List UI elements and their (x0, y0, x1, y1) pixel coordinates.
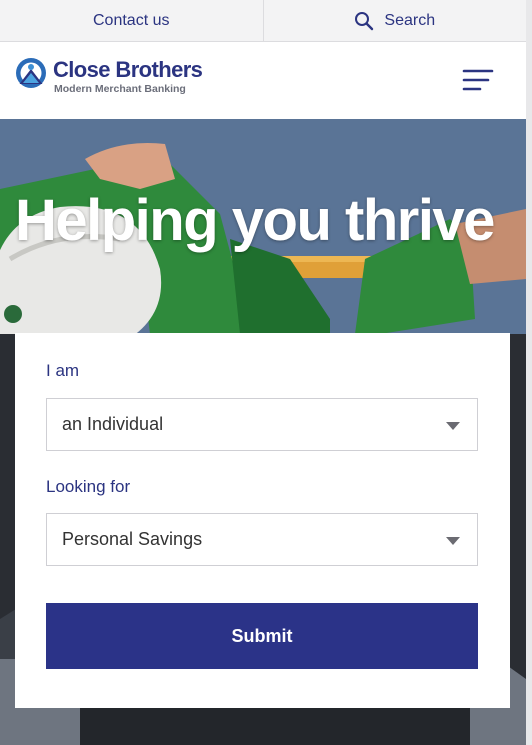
contact-us-label: Contact us (93, 11, 170, 29)
scrollbar[interactable] (526, 0, 532, 745)
brand-logo-mark-icon (16, 58, 46, 88)
search-link[interactable]: Search (262, 0, 527, 41)
hero-title: Helping you thrive (15, 188, 495, 253)
search-label: Search (384, 11, 436, 29)
brand-tagline: Modern Merchant Banking (54, 83, 186, 95)
chevron-down-icon (446, 537, 460, 545)
looking-for-selected-value: Personal Savings (62, 529, 203, 549)
brand-name: Close Brothers (53, 57, 203, 82)
i-am-label: I am (46, 361, 80, 380)
contact-us-link[interactable]: Contact us (0, 0, 263, 41)
looking-for-label: Looking for (46, 477, 131, 496)
search-icon (354, 11, 374, 31)
utility-bar: Contact us Search (0, 0, 526, 42)
product-finder-card: I am an Individual Looking for Personal … (15, 333, 510, 708)
i-am-select[interactable]: an Individual (46, 398, 478, 451)
hamburger-menu-button[interactable] (462, 67, 494, 95)
chevron-down-icon (446, 422, 460, 430)
looking-for-select[interactable]: Personal Savings (46, 513, 478, 566)
brand-logo[interactable]: Close Brothers Modern Merchant Banking (15, 57, 203, 95)
i-am-selected-value: an Individual (62, 414, 164, 434)
submit-button[interactable]: Submit (46, 603, 478, 669)
site-header: Close Brothers Modern Merchant Banking (0, 42, 526, 119)
hamburger-menu-icon (462, 69, 494, 91)
